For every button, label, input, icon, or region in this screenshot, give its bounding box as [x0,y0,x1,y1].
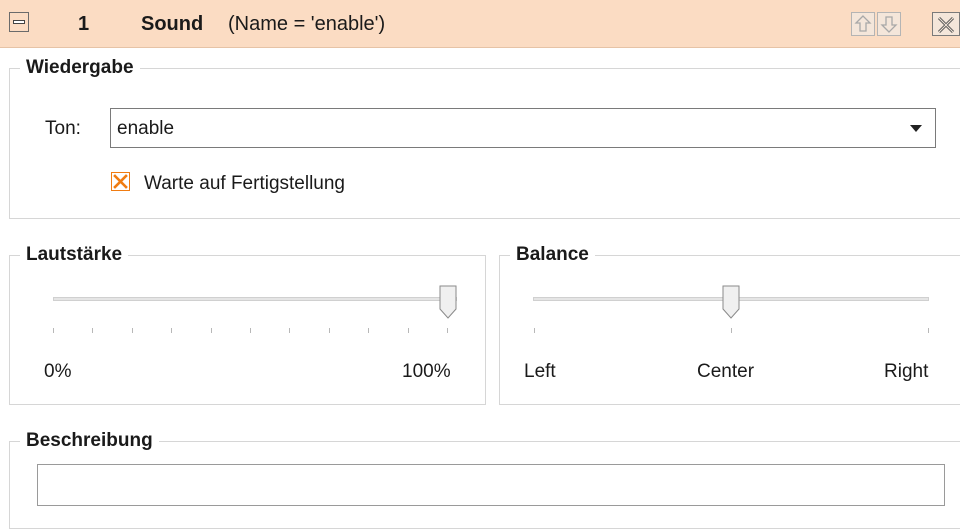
balance-legend: Balance [516,244,589,265]
move-up-button[interactable] [851,12,875,36]
volume-tick [132,328,133,333]
volume-tick [171,328,172,333]
volume-tick [250,328,251,333]
volume-tick [92,328,93,333]
cross-check-icon [113,174,128,189]
description-legend: Beschreibung [26,430,153,451]
volume-tick [447,328,448,333]
tone-label: Ton: [45,118,81,139]
volume-tick [53,328,54,333]
volume-tick [329,328,330,333]
arrow-down-icon [880,16,898,33]
volume-min-label: 0% [44,361,72,382]
volume-legend: Lautstärke [26,244,123,265]
volume-tick [368,328,369,333]
balance-slider-thumb[interactable] [722,285,740,319]
action-index: 1 [78,13,90,35]
volume-slider-thumb[interactable] [439,285,457,319]
action-type: Sound [141,13,204,35]
balance-tick-right [928,328,929,333]
balance-center-label: Center [697,361,755,382]
wait-label[interactable]: Warte auf Fertigstellung [144,173,345,195]
balance-tick-center [731,328,732,333]
volume-slider-track[interactable] [53,297,457,301]
description-input[interactable] [37,464,945,506]
volume-tick [211,328,212,333]
wait-checkbox[interactable] [111,172,130,191]
sound-action-header: 1 Sound (Name = 'enable') [0,0,960,48]
action-description: (Name = 'enable') [228,13,386,35]
playback-legend: Wiedergabe [26,57,134,78]
tone-select[interactable]: enable [110,108,936,148]
collapse-icon[interactable] [9,12,29,32]
balance-right-label: Right [884,361,929,382]
balance-tick-left [534,328,535,333]
volume-tick [289,328,290,333]
move-down-button[interactable] [877,12,901,36]
chevron-down-icon[interactable] [897,109,935,147]
close-icon [937,16,955,34]
balance-left-label: Left [524,361,556,382]
volume-tick [408,328,409,333]
remove-button[interactable] [932,12,960,36]
tone-value: enable [117,118,175,139]
arrow-up-icon [854,15,872,32]
volume-max-label: 100% [402,361,451,382]
